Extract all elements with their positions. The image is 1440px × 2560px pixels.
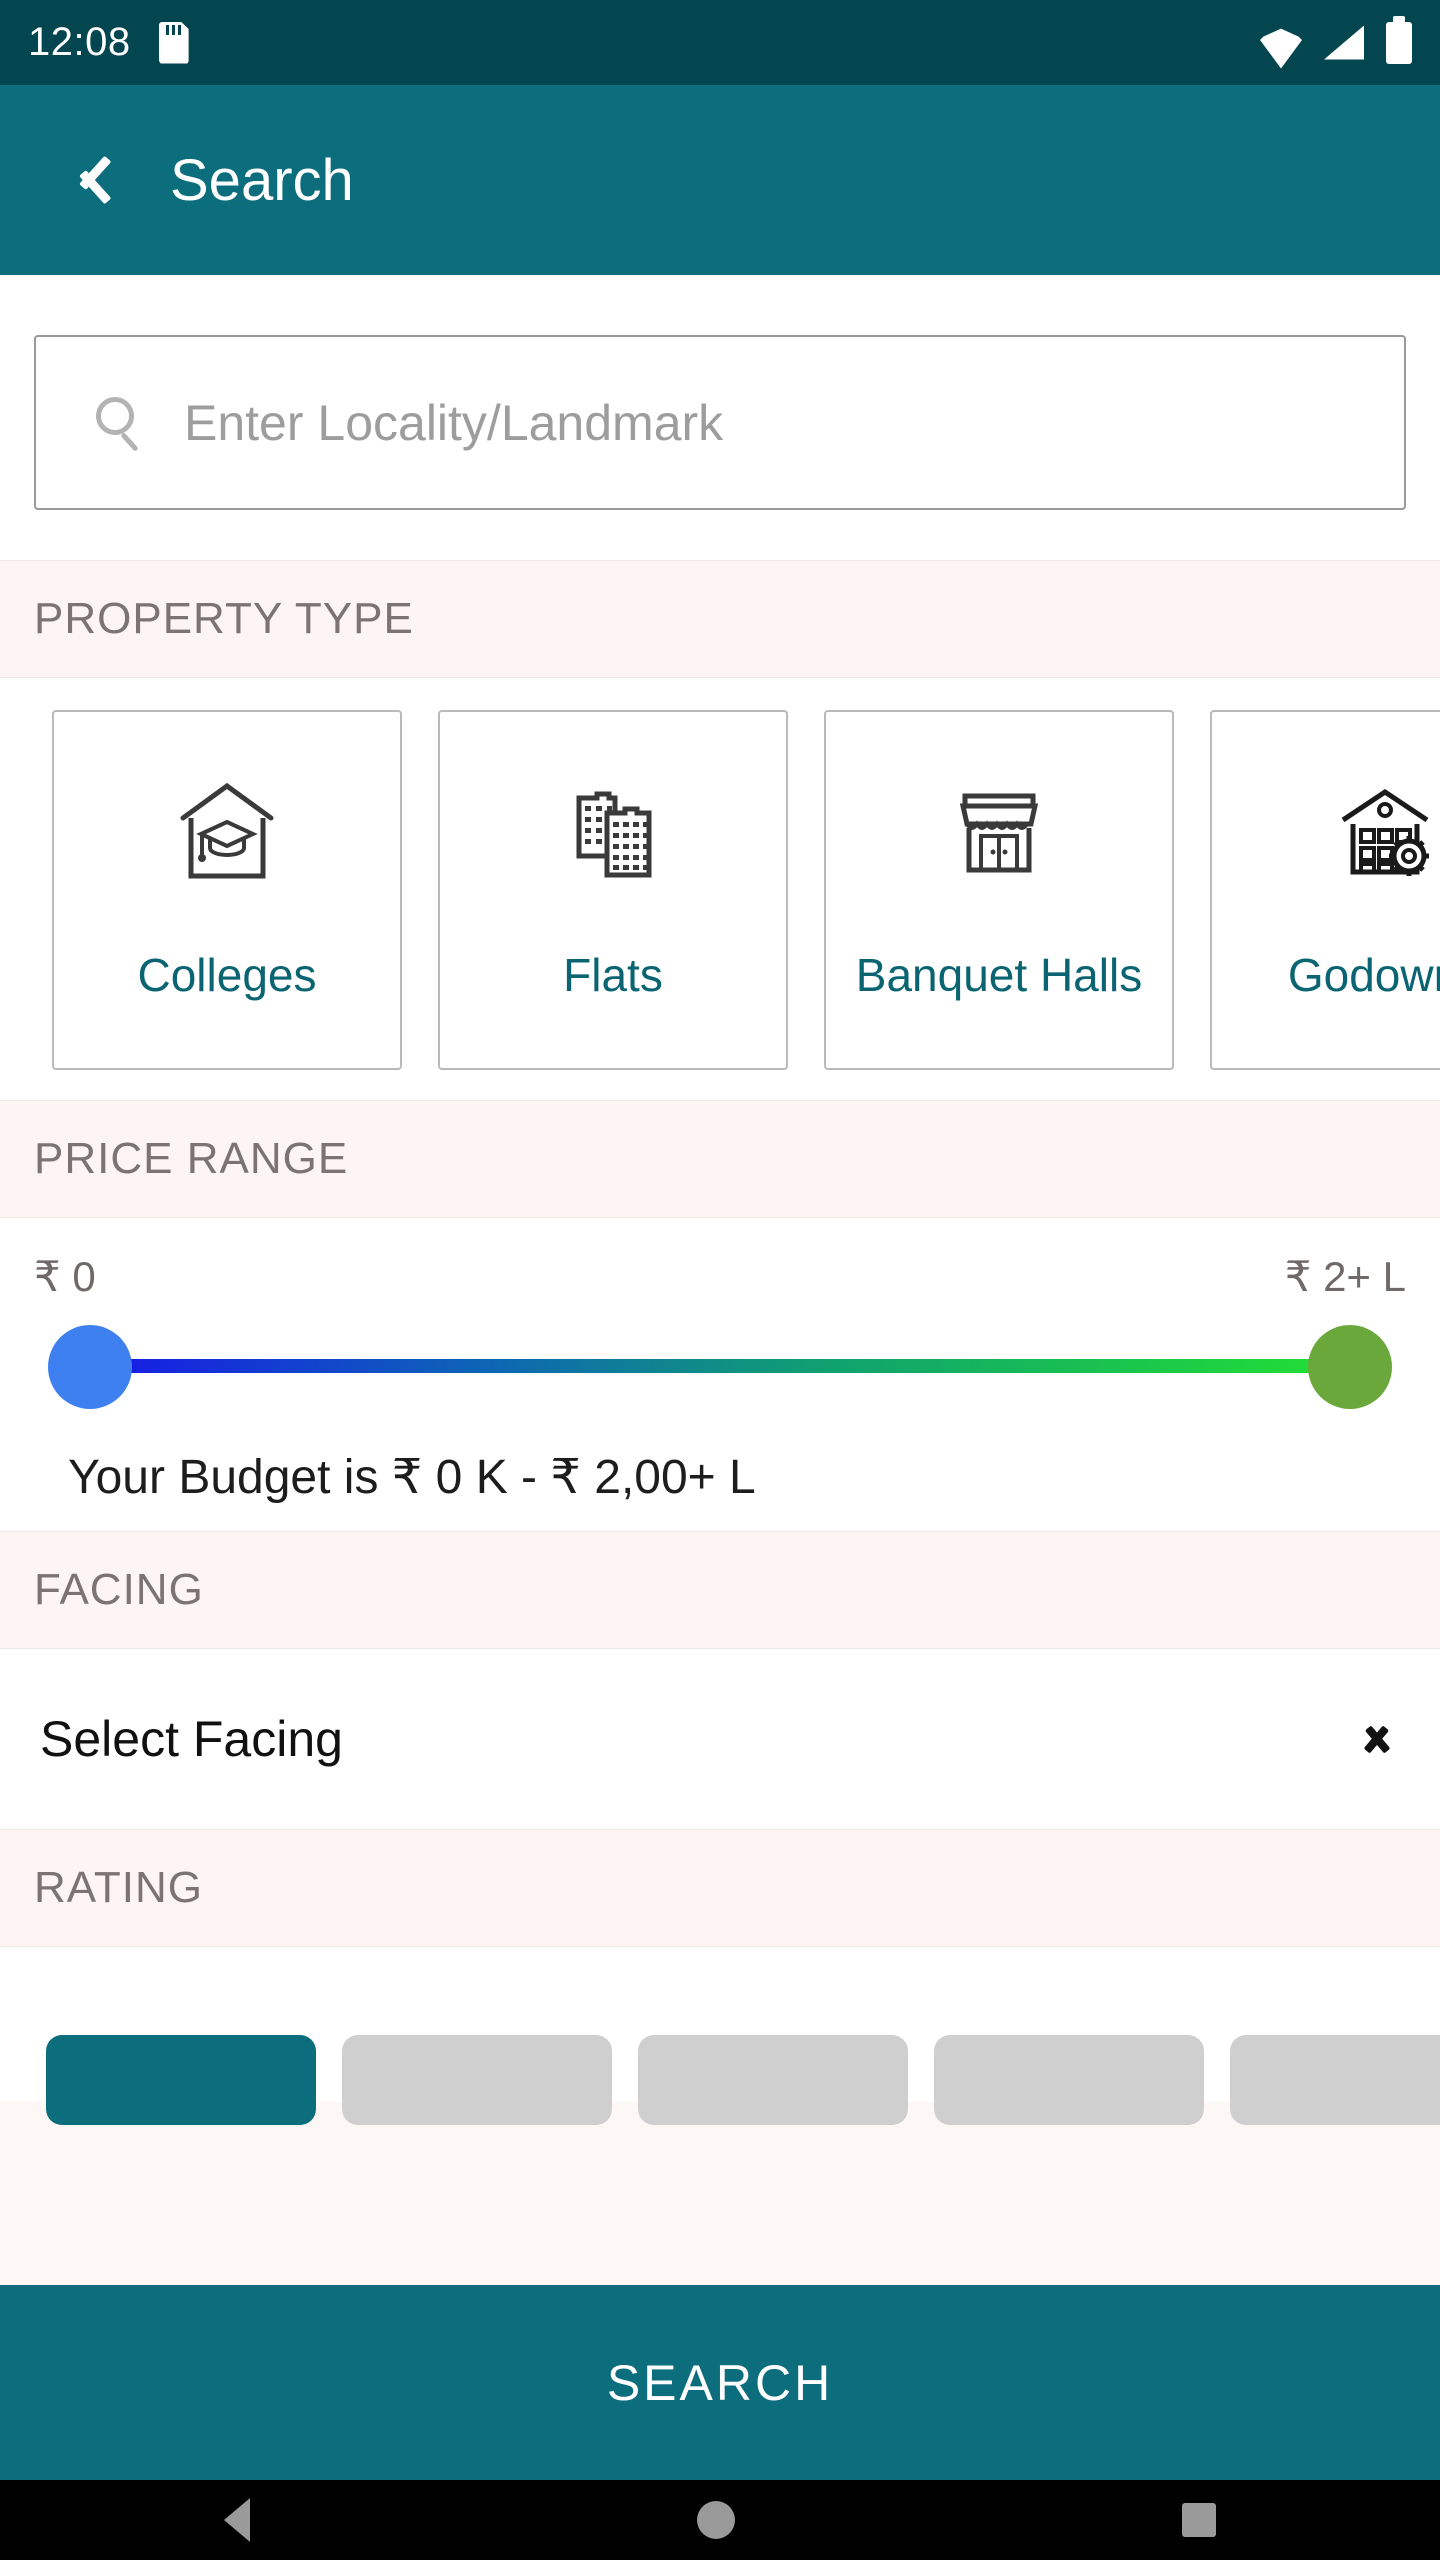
back-chevron-icon[interactable] — [62, 145, 108, 215]
college-house-graduation-cap-icon — [177, 780, 277, 884]
search-input[interactable]: Enter Locality/Landmark — [34, 335, 1406, 510]
property-type-card-banquet-halls[interactable]: Banquet Halls — [824, 710, 1174, 1070]
rating-pill[interactable] — [342, 2035, 612, 2125]
status-bar-icons — [1260, 15, 1412, 64]
app-bar: Search — [0, 85, 1440, 275]
property-type-list[interactable]: Colleges Flats Banquet Halls Godow — [0, 678, 1440, 1100]
rating-pill[interactable] — [46, 2035, 316, 2125]
apartment-buildings-icon — [563, 780, 663, 884]
property-type-card-flats[interactable]: Flats — [438, 710, 788, 1070]
price-range-body: ₹ 0 ₹ 2+ L Your Budget is ₹ 0 K - ₹ 2,00… — [0, 1218, 1440, 1531]
budget-summary-text: Your Budget is ₹ 0 K - ₹ 2,00+ L — [68, 1451, 756, 1504]
property-type-label: Godowns — [1287, 949, 1440, 1001]
page-title: Search — [170, 147, 354, 213]
slider-track — [90, 1359, 1350, 1373]
search-field-container: Enter Locality/Landmark — [0, 275, 1440, 560]
search-button-label: SEARCH — [606, 2354, 834, 2411]
slider-thumb-max[interactable] — [1308, 1325, 1392, 1409]
facing-selected-value: Select Facing — [40, 1711, 343, 1767]
search-input-placeholder: Enter Locality/Landmark — [184, 394, 724, 451]
property-type-card-godowns[interactable]: Godowns — [1210, 710, 1440, 1070]
section-label: PRICE RANGE — [34, 1134, 349, 1183]
price-max-label: ₹ 2+ L — [1284, 1253, 1406, 1300]
status-bar-clock: 12:08 — [28, 20, 131, 64]
rating-body — [0, 1947, 1440, 2125]
facing-dropdown[interactable]: Select Facing — [0, 1649, 1440, 1829]
cellular-signal-icon — [1324, 25, 1364, 60]
section-header-facing: FACING — [0, 1531, 1440, 1649]
property-type-label: Banquet Halls — [855, 949, 1143, 1001]
filter-form: Enter Locality/Landmark PROPERTY TYPE Co… — [0, 275, 1440, 2285]
slider-thumb-min[interactable] — [48, 1325, 132, 1409]
nav-back-icon[interactable] — [223, 2498, 250, 2542]
nav-home-icon[interactable] — [696, 2501, 735, 2539]
battery-full-icon — [1386, 15, 1412, 64]
section-label: RATING — [34, 1863, 203, 1912]
android-nav-bar — [0, 2480, 1440, 2560]
sd-card-icon — [158, 21, 189, 64]
storefront-awning-icon — [949, 780, 1049, 884]
property-type-label: Colleges — [137, 949, 317, 1001]
section-label: FACING — [34, 1565, 204, 1614]
section-header-rating: RATING — [0, 1829, 1440, 1947]
section-label: PROPERTY TYPE — [34, 594, 414, 643]
rating-options[interactable] — [46, 2035, 1440, 2125]
warehouse-gear-icon — [1335, 780, 1435, 884]
rating-pill[interactable] — [638, 2035, 908, 2125]
property-type-label: Flats — [563, 949, 663, 1001]
phone-screen: 12:08 Search Enter Locality/Landmark PRO… — [0, 0, 1440, 2560]
price-range-endpoints: ₹ 0 ₹ 2+ L — [34, 1252, 1406, 1301]
property-type-card-colleges[interactable]: Colleges — [52, 710, 402, 1070]
section-header-property-type: PROPERTY TYPE — [0, 560, 1440, 678]
wifi-icon — [1260, 27, 1302, 59]
chevron-down-icon[interactable] — [1354, 1726, 1400, 1752]
status-bar: 12:08 — [0, 0, 1440, 85]
rating-pill[interactable] — [934, 2035, 1204, 2125]
rating-pill[interactable] — [1230, 2035, 1440, 2125]
search-icon — [94, 395, 150, 452]
nav-recents-icon[interactable] — [1182, 2503, 1217, 2537]
price-min-label: ₹ 0 — [34, 1253, 96, 1300]
search-button[interactable]: SEARCH — [0, 2285, 1440, 2480]
section-header-price-range: PRICE RANGE — [0, 1100, 1440, 1218]
price-range-slider[interactable] — [34, 1307, 1406, 1427]
